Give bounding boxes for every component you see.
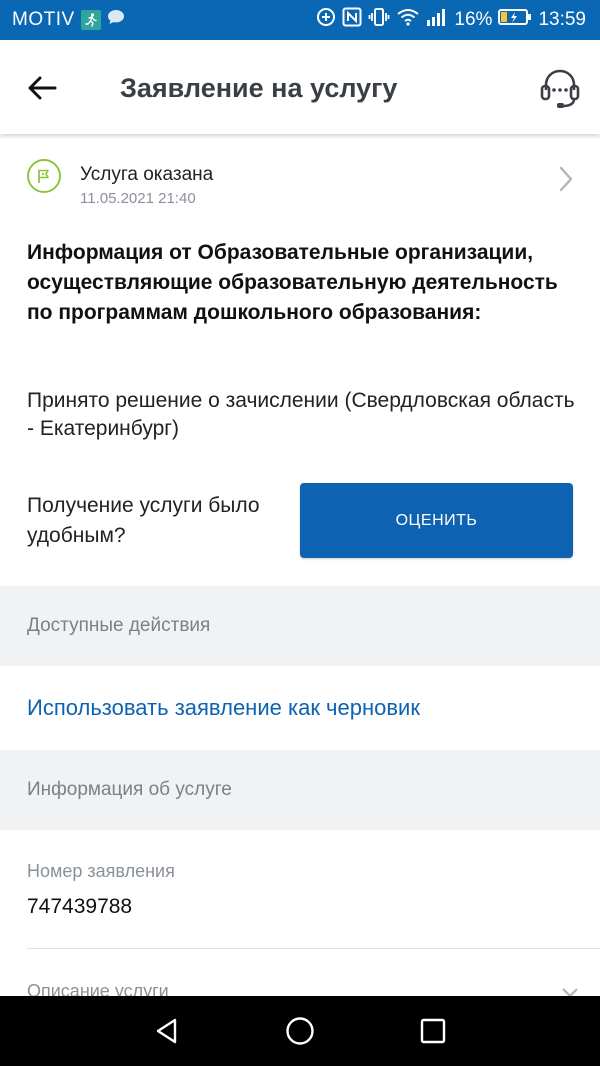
status-right: 16% 13:59 <box>316 7 586 33</box>
application-number-label: Номер заявления <box>27 861 175 881</box>
rate-button[interactable]: ОЦЕНИТЬ <box>300 483 573 558</box>
status-badge <box>27 159 61 193</box>
support-button[interactable] <box>536 64 584 112</box>
info-text: Принято решение о зачислении (Свердловск… <box>27 389 575 440</box>
nav-home-button[interactable] <box>280 1011 320 1051</box>
square-recent-icon <box>420 1018 446 1044</box>
service-status-row[interactable]: Услуга оказана 11.05.2021 21:40 <box>0 134 600 230</box>
nav-recent-button[interactable] <box>413 1011 453 1051</box>
screen: MOTIV 16% 13:59 Заявление на услугу Услу… <box>0 0 600 1066</box>
headset-icon <box>540 69 580 108</box>
circle-home-icon <box>286 1017 314 1045</box>
battery-icon <box>498 8 532 32</box>
section-header-service-info: Информация об услуге <box>0 750 600 830</box>
arrow-left-icon <box>28 76 57 100</box>
section-header-actions: Доступные действия <box>0 586 600 666</box>
nfc-icon <box>342 7 362 33</box>
status-left: MOTIV <box>12 9 125 31</box>
rating-question: Получение услуги было удобным? <box>27 494 260 547</box>
application-number-value: 747439788 <box>27 895 133 918</box>
data-saver-icon <box>316 7 336 33</box>
page-title: Заявление на услугу <box>120 73 398 103</box>
chat-icon <box>107 9 125 31</box>
chevron-right-icon <box>554 164 578 194</box>
battery-percent: 16% <box>454 9 493 30</box>
signal-icon <box>426 8 448 32</box>
use-as-draft-link[interactable]: Использовать заявление как черновик <box>27 693 420 723</box>
status-date: 11.05.2021 21:40 <box>80 190 196 207</box>
back-button[interactable] <box>22 68 62 108</box>
wifi-icon <box>396 7 420 33</box>
nav-back-button[interactable] <box>147 1011 187 1051</box>
clock: 13:59 <box>538 9 586 30</box>
divider <box>27 948 600 949</box>
triangle-back-icon <box>156 1018 177 1044</box>
carrier-name: MOTIV <box>12 9 75 30</box>
activity-icon <box>80 10 101 30</box>
vibrate-icon <box>368 7 390 33</box>
info-heading: Информация от Образовательные организаци… <box>27 241 558 324</box>
flag-icon <box>38 169 49 183</box>
status-title: Услуга оказана <box>80 164 214 185</box>
status-bar: MOTIV 16% 13:59 <box>0 0 600 40</box>
system-nav-bar <box>0 996 600 1066</box>
app-bar: Заявление на услугу <box>0 40 600 134</box>
